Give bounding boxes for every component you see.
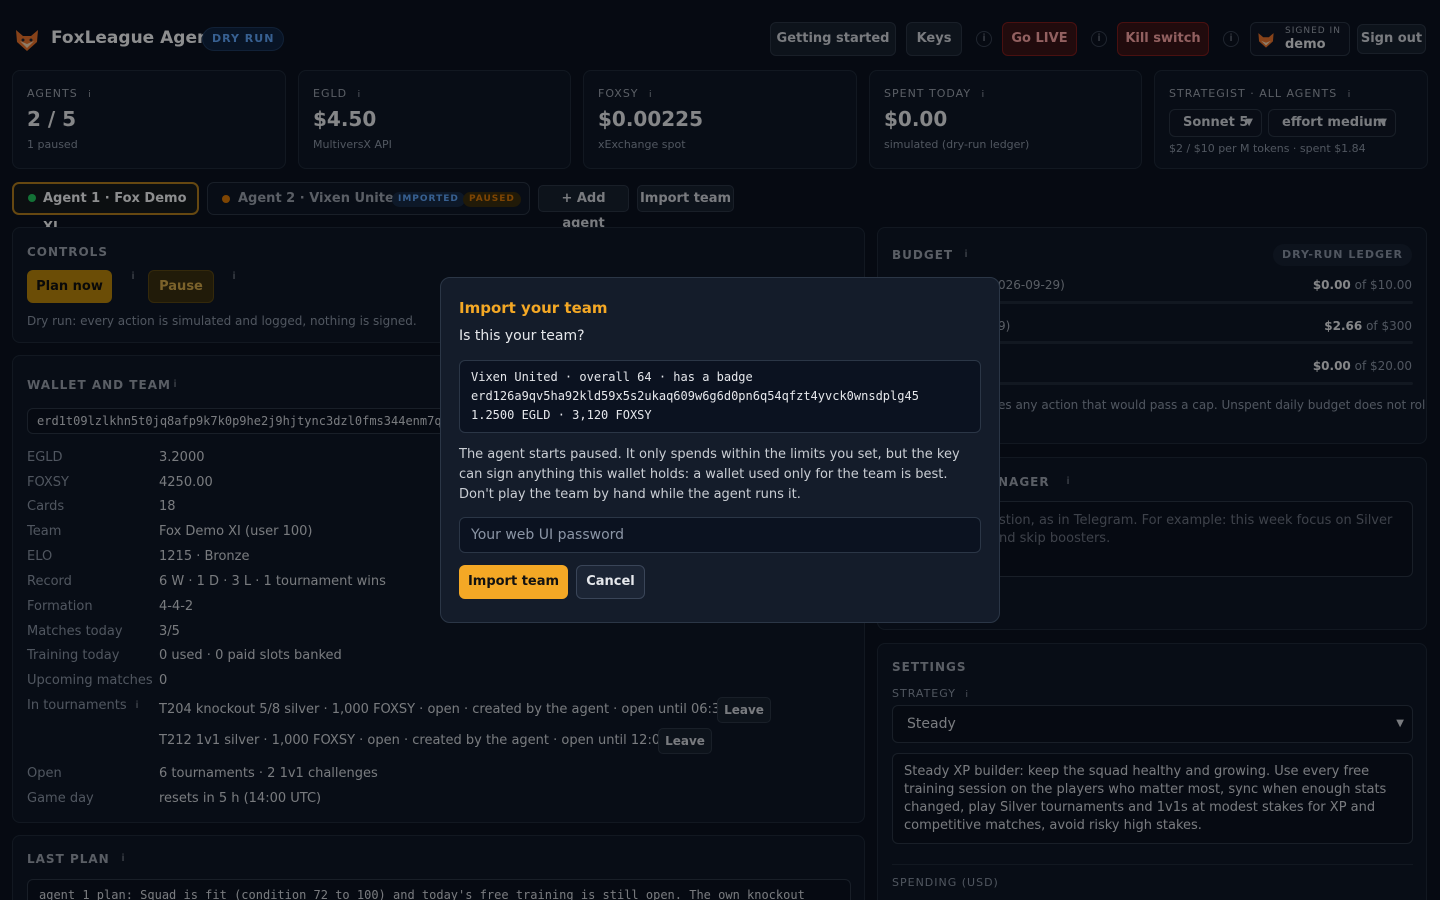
import-team-modal: Import your team Is this your team? Vixe… (440, 277, 1000, 623)
password-input[interactable] (459, 517, 981, 553)
cancel-button[interactable]: Cancel (576, 565, 645, 599)
team-summary-line: Vixen United · overall 64 · has a badge (471, 370, 753, 384)
modal-title: Import your team (459, 299, 608, 317)
team-balance-line: 1.2500 EGLD · 3,120 FOXSY (471, 408, 652, 422)
team-summary-box: Vixen United · overall 64 · has a badge … (459, 360, 981, 433)
modal-question: Is this your team? (459, 328, 585, 344)
team-wallet-address: erd126a9qv5ha92kld59x5s2ukaq609w6g6d0pn6… (471, 389, 919, 403)
import-team-confirm-button[interactable]: Import team (459, 565, 568, 599)
modal-warning-text: The agent starts paused. It only spends … (459, 447, 960, 502)
